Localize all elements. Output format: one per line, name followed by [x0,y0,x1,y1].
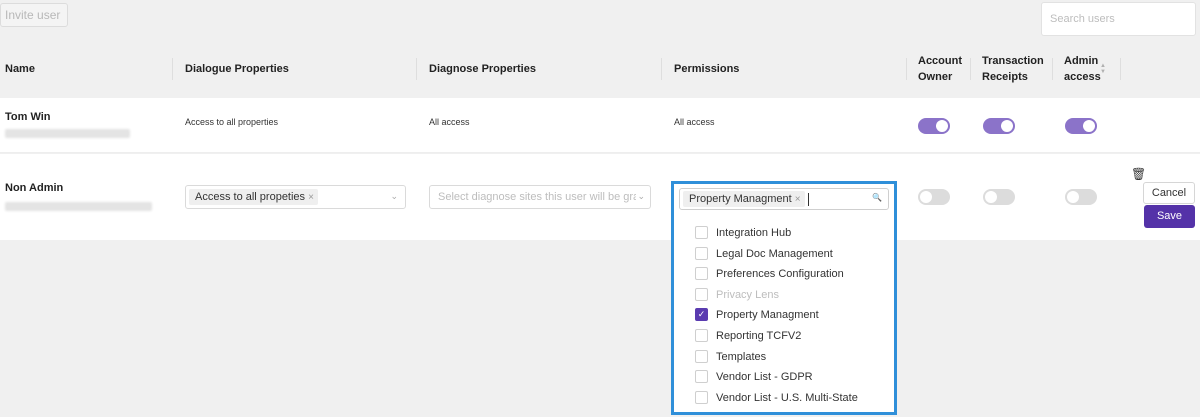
search-users-input[interactable]: Search users [1041,2,1196,36]
user-email-redacted [5,129,130,138]
header-admin-access[interactable]: Admin access [1064,53,1104,85]
selected-tag: Property Managment × [683,191,805,207]
header-name: Name [5,63,35,75]
checkbox-checked[interactable]: ✓ [695,308,708,321]
header-transaction-receipts: Transaction Receipts [982,55,1044,83]
sort-icon[interactable]: ▲ ▼ [1100,63,1106,75]
header-account-owner: Account Owner [918,55,962,83]
chevron-down-icon: ⌄ [390,191,398,201]
permissions-select[interactable]: Property Managment × 🔍 [679,188,889,210]
top-bar: Invite user Search users [0,0,1200,42]
table-row [0,98,1200,153]
checkbox[interactable] [695,370,708,383]
header-divider [1120,58,1121,80]
checkbox[interactable] [695,391,708,404]
checkbox[interactable] [695,226,708,239]
diagnose-properties-value: All access [429,117,470,127]
account-owner-toggle[interactable] [918,189,950,205]
header-divider [172,58,173,80]
header-divider [661,58,662,80]
header-divider [906,58,907,80]
checkbox[interactable] [695,247,708,260]
header-dialogue-properties: Dialogue Properties [185,63,289,75]
text-caret [808,193,809,206]
trash-icon[interactable]: 🗑 [1131,167,1146,181]
chevron-down-icon: ⌄ [637,191,645,201]
dialogue-properties-select[interactable]: Access to all propeties × ⌄ [185,185,406,209]
cancel-button[interactable]: Cancel [1143,182,1195,204]
selected-tag: Access to all propeties × [189,189,318,205]
diagnose-placeholder: Select diagnose sites this user will be … [438,191,636,203]
header-divider [1052,58,1053,80]
header-divider [416,58,417,80]
checkbox[interactable] [695,267,708,280]
dialogue-properties-value: Access to all properties [185,117,279,127]
user-email-redacted [5,202,152,211]
transaction-receipts-toggle[interactable] [983,189,1015,205]
checkbox[interactable] [695,329,708,342]
admin-access-toggle[interactable] [1065,189,1097,205]
checkbox[interactable] [695,350,708,363]
checkbox [695,288,708,301]
remove-tag-icon[interactable]: × [795,194,801,205]
save-button[interactable]: Save [1144,205,1195,228]
remove-tag-icon[interactable]: × [308,192,314,203]
invite-user-button[interactable]: Invite user [0,3,68,27]
transaction-receipts-toggle[interactable] [983,118,1015,134]
user-name: Tom Win [5,111,51,123]
header-permissions: Permissions [674,63,740,75]
permissions-value: All access [674,117,715,127]
permissions-dropdown: Property Managment × 🔍 Integration Hub Le… [671,181,897,415]
header-diagnose-properties: Diagnose Properties [429,63,536,75]
account-owner-toggle[interactable] [918,118,950,134]
search-icon: 🔍 [872,193,882,202]
admin-access-toggle[interactable] [1065,118,1097,134]
header-divider [970,58,971,80]
diagnose-properties-select[interactable]: Select diagnose sites this user will be … [429,185,651,209]
user-name: Non Admin [5,182,64,194]
